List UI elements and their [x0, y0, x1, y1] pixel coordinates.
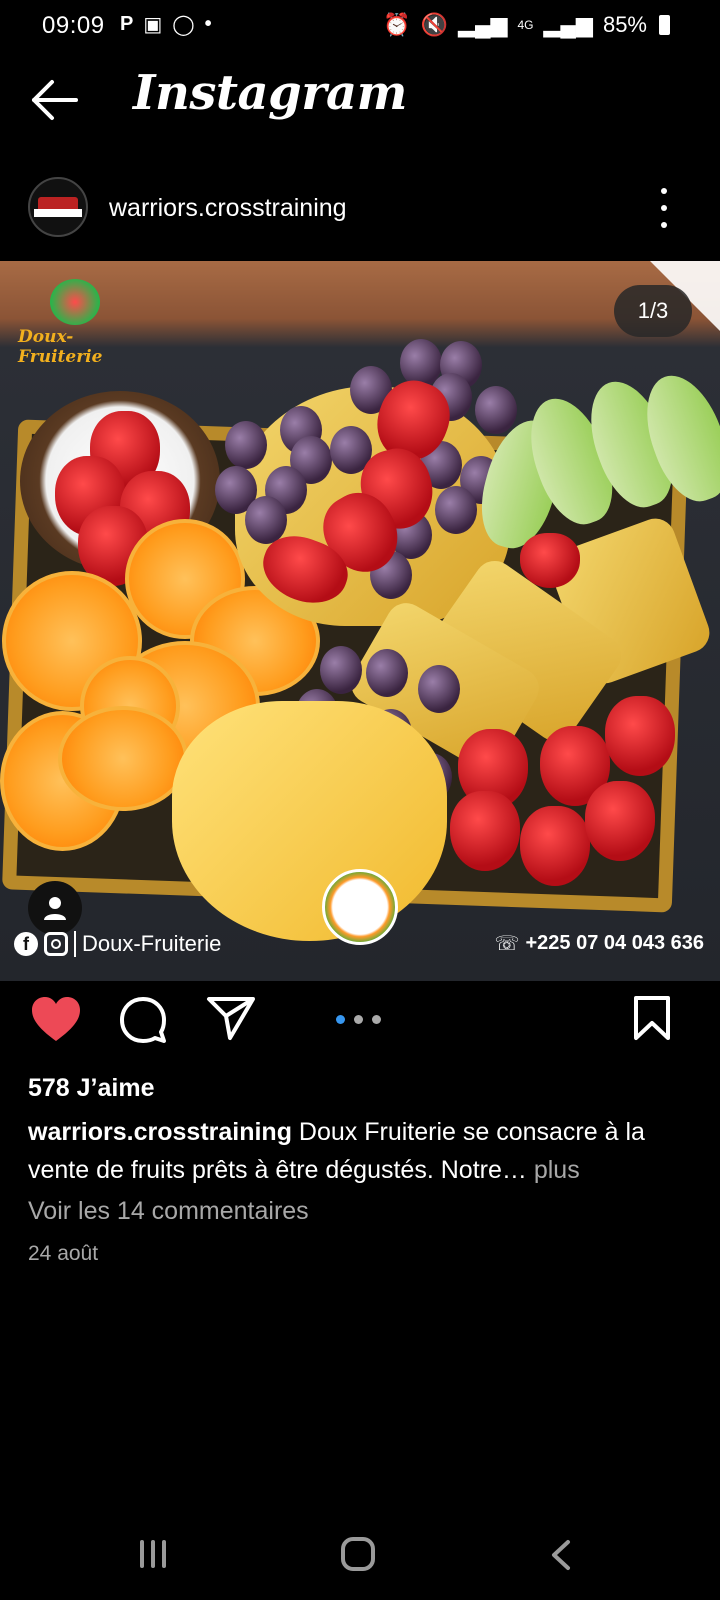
carousel-dot — [354, 1015, 363, 1024]
post-date: 24 août — [28, 1242, 99, 1265]
status-time: 09:09 — [42, 12, 105, 39]
grape — [320, 646, 362, 694]
bookmark-icon[interactable] — [632, 995, 672, 1041]
doux-fruiterie-logo: Doux-Fruiterie — [18, 269, 148, 367]
4g-icon: 4G — [517, 18, 534, 32]
alarm-icon: ⏰ — [383, 12, 411, 37]
post-username[interactable]: warriors.crosstraining — [109, 194, 347, 223]
phone-icon: ☏ — [494, 933, 520, 955]
caption-more-link[interactable]: plus — [534, 1156, 580, 1184]
view-comments-link[interactable]: Voir les 14 commentaires — [28, 1197, 309, 1226]
strawberry — [585, 781, 655, 861]
logo-text: Doux-Fruiterie — [18, 327, 103, 367]
recent-apps-button[interactable] — [140, 1540, 174, 1570]
status-left-icons: P ▣ ◯ • — [120, 12, 212, 37]
back-arrow-icon[interactable] — [30, 77, 80, 123]
round-brand-logo — [322, 869, 398, 945]
strawberry — [520, 533, 580, 588]
battery-icon — [659, 15, 670, 35]
carousel-dot-active — [336, 1015, 345, 1024]
strawberry — [520, 806, 590, 886]
avatar-band — [34, 209, 82, 217]
watermark-divider — [74, 931, 76, 957]
likes-count[interactable]: 578 J’aime — [28, 1074, 155, 1103]
user-icon — [44, 897, 66, 920]
caption: warriors.crosstraining Doux Fruiterie se… — [28, 1113, 698, 1189]
orange-slice — [58, 706, 188, 811]
dot-icon: • — [204, 13, 212, 35]
whatsapp-icon: ◯ — [172, 14, 195, 36]
like-heart-icon[interactable] — [30, 995, 82, 1043]
watermark-phone: ☏ +225 07 04 043 636 — [494, 931, 704, 956]
fruit-logo-icon — [50, 279, 100, 325]
more-options-icon[interactable] — [658, 188, 670, 228]
grape — [418, 665, 460, 713]
tagged-users-button[interactable] — [28, 881, 82, 935]
grape — [475, 386, 517, 434]
instagram-icon — [44, 932, 68, 956]
mute-icon: 🔇 — [420, 12, 449, 37]
watermark-phone-number: +225 07 04 043 636 — [525, 932, 704, 954]
image-counter: 1/3 — [614, 285, 692, 337]
signal-icon: ▂▄▆ — [543, 12, 593, 37]
grape — [366, 649, 408, 697]
strawberry — [605, 696, 675, 776]
parking-icon: P — [120, 13, 134, 35]
status-right: ⏰ 🔇 ▂▄▆ 4G ▂▄▆ 85% — [383, 12, 670, 38]
caption-username[interactable]: warriors.crosstraining — [28, 1118, 292, 1146]
post-actions — [0, 995, 720, 1055]
app-title: Instagram — [133, 65, 407, 121]
system-nav-bar — [0, 1520, 720, 1590]
facebook-icon: f — [14, 932, 38, 956]
grape — [225, 421, 267, 469]
back-button[interactable] — [546, 1538, 576, 1572]
app-header: Instagram — [0, 55, 720, 145]
signal-icon: ▂▄▆ — [458, 12, 508, 37]
home-button[interactable] — [341, 1537, 375, 1571]
carousel-dot — [372, 1015, 381, 1024]
avatar[interactable] — [28, 177, 88, 237]
mango — [172, 701, 447, 941]
grape — [435, 486, 477, 534]
post-image[interactable]: Doux-Fruiterie 1/3 f Doux-Fruiterie ☏ +2… — [0, 261, 720, 981]
carousel-indicator — [336, 1015, 381, 1024]
grape — [245, 496, 287, 544]
watermark-brand: Doux-Fruiterie — [82, 931, 222, 956]
gallery-icon: ▣ — [143, 14, 163, 36]
watermark-social: f Doux-Fruiterie — [14, 931, 221, 957]
strawberry — [450, 791, 520, 871]
share-send-icon[interactable] — [206, 995, 256, 1041]
battery-percent: 85% — [602, 12, 647, 37]
caption-ellipsis: … — [501, 1156, 534, 1184]
status-bar: 09:09 P ▣ ◯ • ⏰ 🔇 ▂▄▆ 4G ▂▄▆ 85% — [0, 0, 720, 52]
post-header: warriors.crosstraining — [0, 172, 720, 242]
comment-icon[interactable] — [118, 995, 168, 1045]
